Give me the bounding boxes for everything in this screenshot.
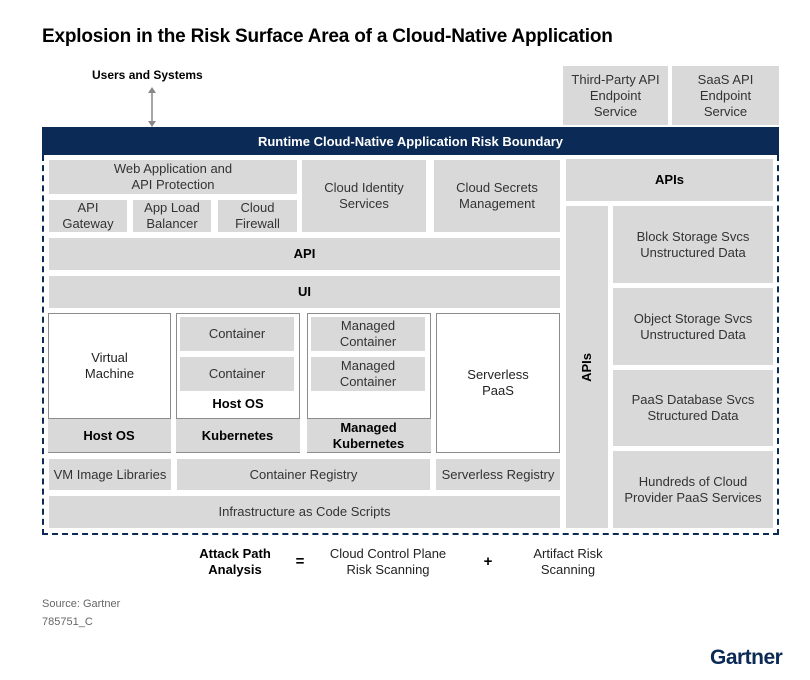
cloud-control-plane-scanning: Cloud Control Plane Risk Scanning [329, 546, 447, 577]
apis-vertical-label: APIs [579, 352, 594, 382]
figure-id: 785751_C [42, 616, 93, 628]
apis-top-box: APIs [566, 159, 773, 201]
saas-api-endpoint: SaaS API Endpoint Service [672, 66, 779, 125]
vm-column: Virtual Machine Host OS [47, 313, 171, 453]
infrastructure-as-code: Infrastructure as Code Scripts [49, 496, 560, 528]
users-and-systems-label: Users and Systems [92, 68, 203, 82]
virtual-machine-label: Virtual Machine [84, 350, 135, 381]
vm-host-os: Host OS [47, 418, 171, 452]
cloud-secrets-box: Cloud Secrets Management [434, 160, 560, 232]
page-title: Explosion in the Risk Surface Area of a … [42, 26, 613, 47]
bidirectional-arrow-icon [148, 87, 156, 127]
artifact-risk-scanning: Artifact Risk Scanning [533, 546, 603, 577]
api-layer: API [49, 238, 560, 270]
attack-path-analysis-label: Attack Path Analysis [199, 546, 271, 577]
serverless-registry: Serverless Registry [436, 459, 560, 490]
apis-vertical-box: APIs [566, 206, 608, 528]
object-storage-box: Object Storage Svcs Unstructured Data [613, 288, 773, 365]
cloud-provider-paas-box: Hundreds of Cloud Provider PaaS Services [613, 451, 773, 528]
api-gateway-box: API Gateway [49, 200, 127, 232]
container-registry: Container Registry [177, 459, 430, 490]
k8s-host-os-label: Host OS [212, 396, 264, 411]
container-box: Container [180, 357, 294, 391]
serverless-paas-column: Serverless PaaS [436, 313, 560, 453]
third-party-api-endpoint: Third-Party API Endpoint Service [563, 66, 668, 125]
managed-kubernetes-column: Managed Container Managed Container Mana… [306, 313, 431, 453]
ui-layer: UI [49, 276, 560, 308]
paas-database-box: PaaS Database Svcs Structured Data [613, 370, 773, 446]
managed-kubernetes-base: Managed Kubernetes [306, 418, 431, 452]
kubernetes-base: Kubernetes [175, 418, 300, 452]
cloud-identity-box: Cloud Identity Services [302, 160, 426, 232]
container-box: Container [180, 317, 294, 351]
cloud-firewall-box: Cloud Firewall [218, 200, 297, 232]
plus-sign: + [483, 553, 493, 570]
managed-container-box: Managed Container [311, 317, 425, 351]
vm-image-libraries: VM Image Libraries [49, 459, 171, 490]
managed-container-box: Managed Container [311, 357, 425, 391]
app-load-balancer-box: App Load Balancer [133, 200, 211, 232]
gartner-logo: Gartner [710, 646, 783, 669]
kubernetes-column: Container Container Host OS Kubernetes [175, 313, 300, 453]
risk-boundary-bar: Runtime Cloud-Native Application Risk Bo… [42, 127, 779, 155]
block-storage-box: Block Storage Svcs Unstructured Data [613, 206, 773, 283]
waap-box: Web Application and API Protection [49, 160, 297, 194]
source-note: Source: Gartner [42, 598, 121, 610]
equals-sign: = [295, 553, 305, 570]
